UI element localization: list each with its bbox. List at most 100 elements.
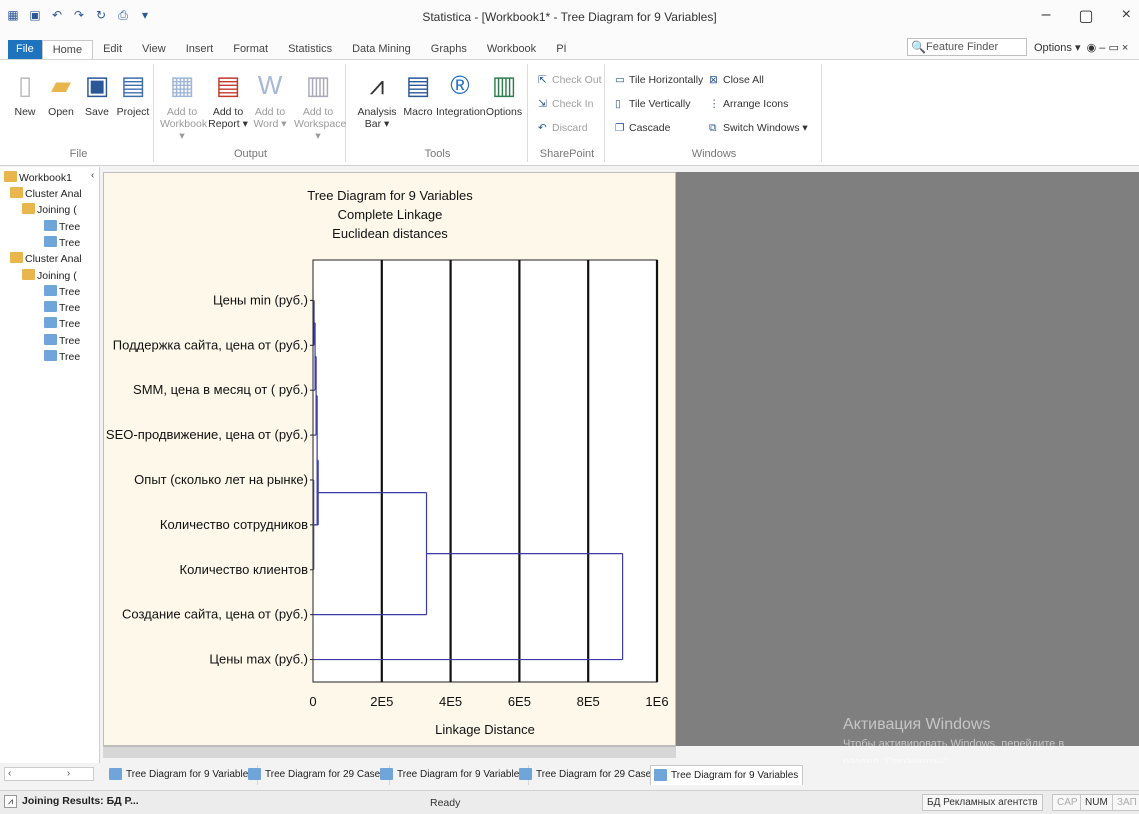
tab-format[interactable]: Format — [223, 40, 278, 59]
tree-item[interactable]: Cluster Anal — [10, 187, 82, 200]
tab-view[interactable]: View — [132, 40, 176, 59]
group-tools-label: Tools — [424, 148, 451, 160]
graph-doc-icon — [44, 284, 57, 296]
tile-vertically-button[interactable]: ▯ Tile Vertically — [615, 98, 690, 110]
leaf-label: Количество сотрудников — [160, 517, 308, 532]
tab-graphs[interactable]: Graphs — [421, 40, 477, 59]
check-out-button[interactable]: ⇱ Check Out — [538, 74, 602, 86]
project-button[interactable]: ▤ Project — [114, 68, 152, 118]
x-tick-label: 4E5 — [439, 694, 462, 709]
tile-horizontally-button[interactable]: ▭ Tile Horizontally — [615, 74, 703, 86]
minimize-button[interactable]: – — [1042, 6, 1051, 26]
status-database: БД Рекламных агентств — [922, 794, 1043, 811]
tab-pi[interactable]: PI — [546, 40, 576, 59]
doc-tab[interactable]: Tree Diagram for 29 Cases — [245, 765, 391, 785]
document-tab-bar: ‹ › Tree Diagram for 9 Variables Tree Di… — [0, 763, 1139, 787]
discard-icon: ↶ — [538, 122, 547, 134]
arrange-icons-button[interactable]: ⋮ Arrange Icons — [709, 98, 788, 110]
activation-title: Активация Windows — [843, 716, 991, 733]
tab-edit[interactable]: Edit — [93, 40, 132, 59]
save-disk-icon: ▣ — [84, 70, 110, 100]
tree-item[interactable]: Tree — [44, 284, 80, 298]
group-tools: ⩘ Analysis Bar ▾ ▤ Macro ® Integration ▥ Opt… — [348, 64, 528, 162]
doc-tab[interactable]: Tree Diagram for 9 Variables — [377, 765, 530, 785]
open-button[interactable]: ▰ Open — [42, 68, 80, 118]
switch-windows-icon: ⧉ — [709, 122, 717, 134]
ribbon: ▯ New ▰ Open ▣ Save ▤ Project File ▦ Add to W… — [0, 60, 1139, 166]
status-task[interactable]: Joining Results: БД Р... — [22, 795, 139, 807]
group-windows: ▭ Tile Horizontally ▯ Tile Vertically ❐ Cas… — [607, 64, 822, 162]
options-menu[interactable]: Options ▾ ◉ – ▭ × — [1034, 41, 1128, 54]
integration-button[interactable]: ® Integration — [436, 68, 486, 118]
tree-item-label: Tree — [59, 220, 81, 233]
x-tick-label: 6E5 — [508, 694, 531, 709]
macro-button[interactable]: ▤ Macro — [400, 68, 436, 118]
workbook-icon: ▦ — [169, 70, 195, 100]
project-label: Project — [116, 106, 150, 118]
status-num: NUM — [1080, 794, 1113, 811]
tree-item[interactable]: Tree — [44, 235, 80, 249]
macro-icon: ▤ — [405, 70, 431, 100]
tree-item[interactable]: Tree — [44, 317, 80, 330]
feature-finder-input[interactable]: 🔍 Feature Finder — [907, 38, 1027, 56]
leaf-label: Опыт (сколько лет на рынке) — [134, 472, 308, 487]
cascade-button[interactable]: ❐ Cascade — [615, 122, 670, 134]
tree-item[interactable]: Joining ( — [22, 203, 77, 216]
tab-scroll-control[interactable]: ‹ › — [4, 767, 94, 781]
activation-line1: Чтобы активировать Windows, перейдите в — [843, 738, 1065, 750]
close-all-label: Close All — [723, 74, 764, 86]
workspace-background — [676, 172, 1139, 746]
tab-file[interactable]: File — [8, 40, 42, 59]
graph-window[interactable]: Tree Diagram for 9 Variables Complete Lin… — [103, 172, 676, 746]
check-in-button[interactable]: ⇲ Check In — [538, 98, 593, 110]
tree-root[interactable]: Workbook1 — [4, 171, 72, 184]
doc-tab-label: Tree Diagram for 9 Variables — [671, 770, 799, 781]
doc-tab[interactable]: Tree Diagram for 29 Cases — [516, 765, 662, 785]
save-button[interactable]: ▣ Save — [78, 68, 116, 118]
new-button[interactable]: ▯ New — [6, 68, 44, 118]
tree-item-label: Cluster Anal — [25, 188, 82, 200]
group-sharepoint: ⇱ Check Out ⇲ Check In ↶ Discard SharePoint — [530, 64, 605, 162]
tab-home[interactable]: Home — [41, 40, 94, 59]
tab-workbook[interactable]: Workbook — [477, 40, 546, 59]
tab-insert[interactable]: Insert — [176, 40, 224, 59]
tree-item[interactable]: Tree — [44, 333, 80, 347]
tree-item[interactable]: Joining ( — [22, 268, 77, 282]
x-tick-label: 0 — [309, 694, 316, 709]
add-word-label: Add to Word ▾ — [253, 106, 287, 130]
discard-button[interactable]: ↶ Discard — [538, 122, 588, 134]
group-output-label: Output — [233, 148, 268, 160]
tab-statistics[interactable]: Statistics — [278, 40, 342, 59]
tree-item[interactable]: Tree — [44, 350, 80, 363]
tab-data-mining[interactable]: Data Mining — [342, 40, 421, 59]
add-to-workspace-button[interactable]: ▥ Add to Workspace ▾ — [294, 68, 346, 142]
tree-item-label: Joining ( — [37, 269, 77, 282]
collapse-pane-icon[interactable]: ‹ — [91, 170, 94, 181]
options-icon: ▥ — [491, 70, 517, 100]
close-all-button[interactable]: ⊠ Close All — [709, 74, 764, 86]
macro-label: Macro — [403, 106, 433, 118]
add-to-word-button[interactable]: W Add to Word ▾ — [250, 68, 290, 130]
options-label: Options ▾ — [1034, 42, 1081, 54]
switch-windows-button[interactable]: ⧉ Switch Windows ▾ — [709, 122, 808, 135]
tree-item[interactable]: Tree — [44, 219, 81, 233]
graph-horizontal-scrollbar[interactable] — [103, 746, 676, 758]
workbook-tree: ‹ Workbook1 Cluster Anal Joining ( Tree Tre… — [0, 167, 100, 763]
switch-windows-label: Switch Windows ▾ — [723, 122, 808, 134]
help-icon[interactable]: ◉ – ▭ × — [1084, 42, 1129, 54]
graph-doc-icon — [380, 768, 393, 780]
options-button[interactable]: ▥ Options — [484, 68, 524, 118]
group-output: ▦ Add to Workbook ▾ ▤ Add to Report ▾ W Add… — [156, 64, 346, 162]
tree-item-label: Joining ( — [37, 204, 77, 217]
doc-tab[interactable]: Tree Diagram for 9 Variables — [106, 765, 259, 785]
maximize-button[interactable]: ▢ — [1079, 6, 1094, 26]
close-button[interactable]: × — [1122, 6, 1131, 26]
add-to-workbook-button[interactable]: ▦ Add to Workbook ▾ — [160, 68, 207, 142]
add-to-report-button[interactable]: ▤ Add to Report ▾ — [206, 68, 250, 130]
tree-item[interactable]: Tree — [44, 301, 80, 314]
tree-item[interactable]: Cluster Anal — [10, 252, 82, 265]
doc-tab-active[interactable]: Tree Diagram for 9 Variables — [650, 765, 804, 785]
close-all-icon: ⊠ — [709, 74, 718, 86]
status-cap: CAP — [1052, 794, 1083, 811]
analysis-bar-button[interactable]: ⩘ Analysis Bar ▾ — [356, 68, 398, 130]
